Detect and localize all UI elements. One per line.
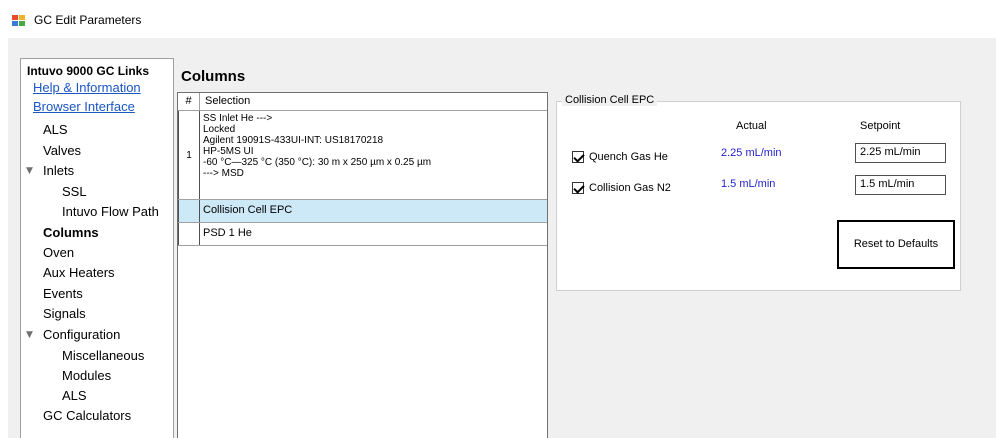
expand-arrow-icon[interactable]: ▼ [26, 166, 33, 176]
row-line: -60 °C—325 °C (350 °C): 30 m x 250 µm x … [203, 157, 432, 168]
column-header-number[interactable]: # [178, 93, 200, 110]
columns-grid: # Selection 1 SS Inlet He ---> Locked Ag… [177, 92, 548, 438]
expand-arrow-icon[interactable]: ▼ [26, 330, 33, 340]
row-number [178, 223, 200, 245]
help-information-link[interactable]: Help & Information [33, 80, 141, 95]
nav-item-oven[interactable]: Oven [43, 245, 74, 260]
nav-item-events[interactable]: Events [43, 286, 83, 301]
nav-item-als[interactable]: ALS [43, 122, 68, 137]
nav-panel: Intuvo 9000 GC Links Help & Information … [20, 58, 174, 438]
table-row[interactable]: Collision Cell EPC [178, 200, 547, 223]
actual-column-header: Actual [736, 120, 767, 132]
column-header-selection[interactable]: Selection [205, 93, 250, 110]
row-line: SS Inlet He ---> [203, 113, 273, 124]
row-line: Locked [203, 124, 236, 135]
quench-gas-label: Quench Gas He [589, 151, 668, 163]
nav-item-inlets[interactable]: Inlets [43, 163, 74, 178]
setpoint-column-header: Setpoint [860, 120, 901, 132]
table-row[interactable]: 1 SS Inlet He ---> Locked Agilent 19091S… [178, 111, 547, 200]
nav-item-columns[interactable]: Columns [43, 225, 99, 240]
row-line: HP-5MS UI [203, 146, 254, 157]
row-selection-text: PSD 1 He [203, 227, 252, 239]
nav-item-configuration[interactable]: Configuration [43, 327, 120, 342]
nav-item-intuvo-flow-path[interactable]: Intuvo Flow Path [62, 204, 159, 219]
group-title: Collision Cell EPC [562, 94, 658, 106]
browser-interface-link[interactable]: Browser Interface [33, 99, 135, 114]
row-selection-text: SS Inlet He ---> Locked Agilent 19091S-4… [203, 113, 431, 179]
nav-item-gc-calculators[interactable]: GC Calculators [43, 408, 131, 423]
page-title: Columns [181, 68, 246, 85]
reset-to-defaults-button[interactable]: Reset to Defaults [837, 220, 955, 269]
row-number [178, 200, 200, 222]
nav-item-modules[interactable]: Modules [62, 368, 111, 383]
header-strip [8, 38, 996, 52]
quench-gas-setpoint-field[interactable]: 2.25 mL/min [855, 143, 946, 163]
row-line: ---> MSD [203, 168, 244, 179]
nav-item-ssl[interactable]: SSL [62, 184, 87, 199]
nav-item-config-als[interactable]: ALS [62, 388, 87, 403]
collision-gas-actual: 1.5 mL/min [721, 178, 776, 190]
collision-gas-setpoint-field[interactable]: 1.5 mL/min [855, 175, 946, 195]
quench-gas-checkbox[interactable] [572, 151, 584, 163]
window-title: GC Edit Parameters [34, 13, 142, 27]
nav-item-signals[interactable]: Signals [43, 306, 86, 321]
nav-heading: Intuvo 9000 GC Links [27, 64, 150, 78]
app-icon [12, 15, 26, 27]
nav-item-valves[interactable]: Valves [43, 143, 81, 158]
grid-header: # Selection [178, 93, 547, 111]
row-line: Agilent 19091S-433UI-INT: US18170218 [203, 135, 384, 146]
collision-gas-checkbox[interactable] [572, 182, 584, 194]
table-row[interactable]: PSD 1 He [178, 223, 547, 246]
row-number: 1 [178, 111, 200, 199]
row-selection-text: Collision Cell EPC [203, 204, 293, 216]
collision-gas-label: Collision Gas N2 [589, 182, 671, 194]
nav-item-aux-heaters[interactable]: Aux Heaters [43, 265, 115, 280]
nav-item-miscellaneous[interactable]: Miscellaneous [62, 348, 144, 363]
title-bar: GC Edit Parameters [0, 0, 996, 38]
quench-gas-actual: 2.25 mL/min [721, 147, 782, 159]
